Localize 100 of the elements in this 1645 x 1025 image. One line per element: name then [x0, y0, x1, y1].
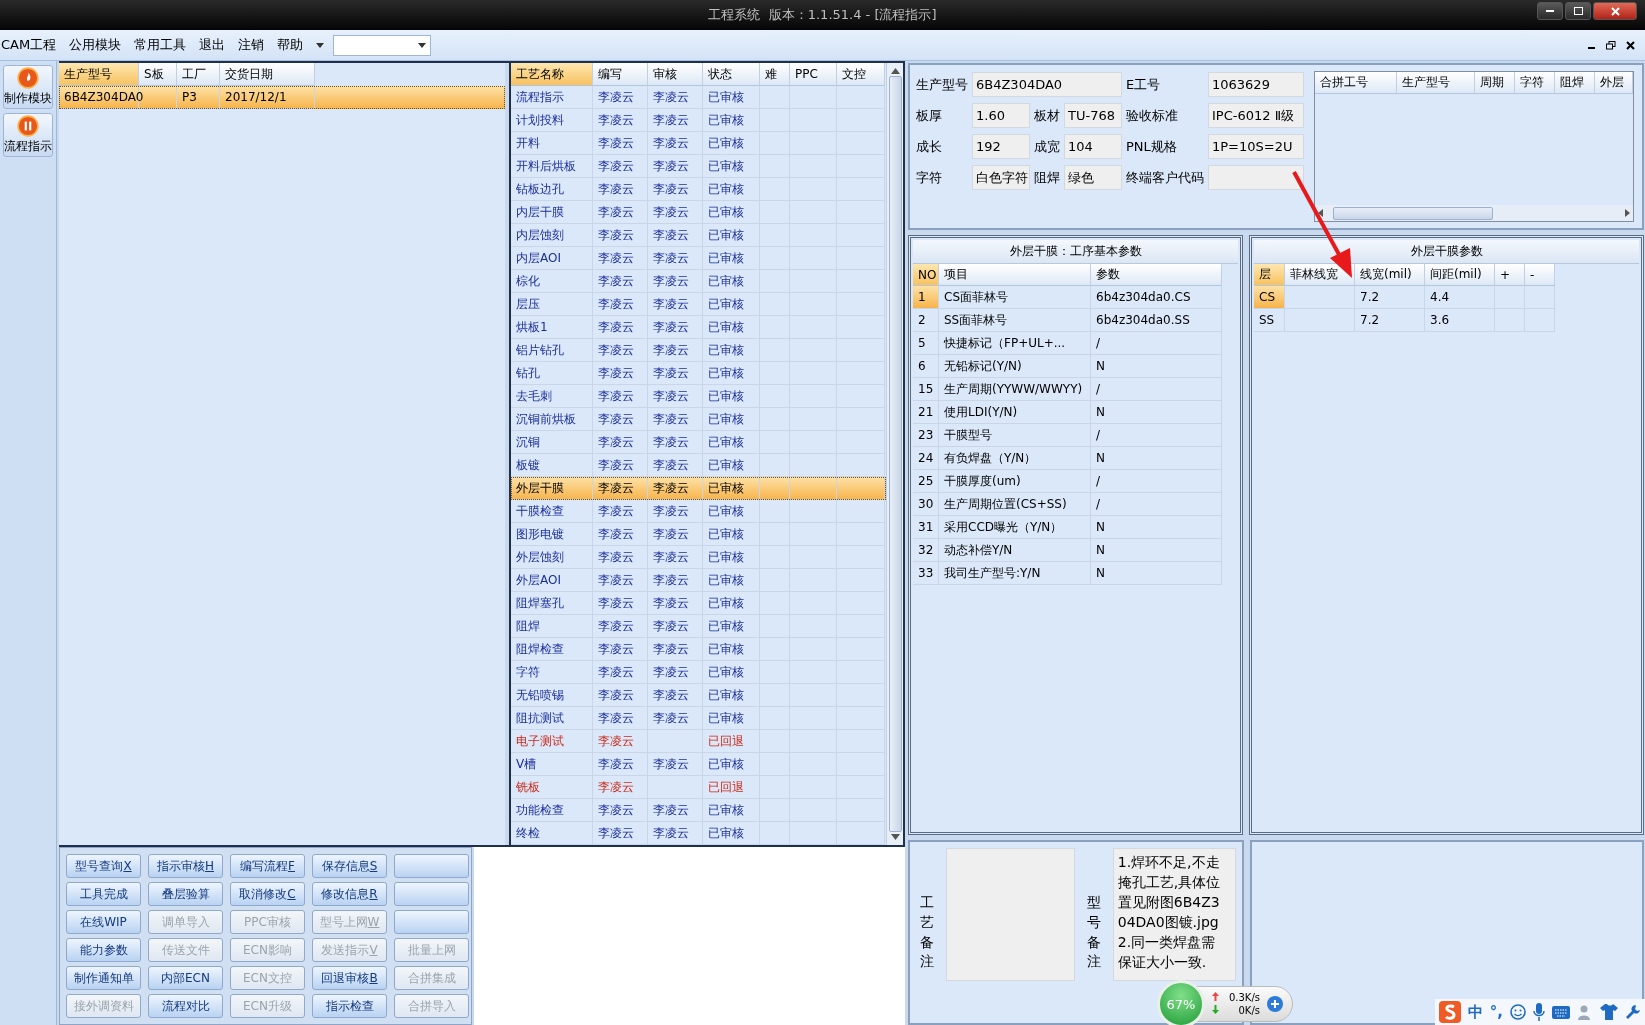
value-field[interactable]: 1.60 — [972, 103, 1030, 128]
action-button[interactable]: 指示检查 — [312, 994, 387, 1018]
table-row[interactable]: 23 干膜型号 / — [913, 424, 1238, 447]
column-header[interactable]: 间距(mil) — [1425, 264, 1495, 286]
action-button[interactable]: 制作通知单 — [66, 966, 141, 990]
column-header[interactable]: + — [1495, 264, 1525, 286]
column-header[interactable]: NO — [913, 264, 939, 286]
table-row[interactable]: 终检 李凌云 李凌云 已审核 — [511, 822, 886, 845]
plus-icon[interactable] — [1266, 995, 1284, 1013]
table-row[interactable]: 烘板1 李凌云 李凌云 已审核 — [511, 316, 886, 339]
table-row[interactable]: 铝片钻孔 李凌云 李凌云 已审核 — [511, 339, 886, 362]
column-header[interactable]: 交货日期 — [220, 63, 315, 86]
column-header[interactable]: 状态 — [703, 63, 760, 86]
column-header[interactable]: 合拼工号 — [1315, 72, 1397, 94]
table-row[interactable]: 字符 李凌云 李凌云 已审核 — [511, 661, 886, 684]
table-row[interactable]: 15 生产周期(YYWW/WWYY) / — [913, 378, 1238, 401]
keyboard-icon[interactable] — [1552, 1005, 1570, 1019]
table-row[interactable]: 32 动态补偿Y/N N — [913, 539, 1238, 562]
up-arrow-icon[interactable] — [890, 68, 900, 74]
sidebar-button[interactable]: 制作模块 — [3, 65, 53, 109]
column-header[interactable]: 参数 — [1091, 264, 1222, 286]
table-row[interactable]: 2 SS面菲林号 6b4z304da0.SS — [913, 309, 1238, 332]
table-row[interactable]: 阻焊检查 李凌云 李凌云 已审核 — [511, 638, 886, 661]
value-field[interactable]: 白色字符 — [972, 165, 1030, 190]
table-row[interactable]: 计划投料 李凌云 李凌云 已审核 — [511, 109, 886, 132]
table-row[interactable]: 电子测试 李凌云 已回退 — [511, 730, 886, 753]
sidebar-button[interactable]: 流程指示 — [3, 113, 53, 157]
action-button[interactable]: 型号查询X — [66, 854, 141, 878]
wrench-icon[interactable] — [1625, 1004, 1641, 1020]
table-row[interactable]: 阻抗测试 李凌云 李凌云 已审核 — [511, 707, 886, 730]
table-row[interactable]: SS 7.2 3.6 — [1254, 309, 1639, 332]
table-row[interactable]: 流程指示 李凌云 李凌云 已审核 — [511, 86, 886, 109]
maximize-button[interactable] — [1565, 2, 1591, 20]
scrollbar[interactable] — [886, 63, 903, 845]
table-row[interactable]: CS 7.2 4.4 — [1254, 286, 1639, 309]
column-header[interactable]: 生产型号 — [1397, 72, 1475, 94]
down-arrow-icon[interactable] — [890, 834, 900, 840]
column-header[interactable]: 难 — [760, 63, 790, 86]
value-field[interactable]: IPC-6012 Ⅱ级 — [1208, 103, 1304, 128]
menu-item[interactable]: CAM工程 — [1, 36, 57, 54]
smiley-icon[interactable] — [1510, 1004, 1526, 1020]
table-row[interactable]: 内层AOI 李凌云 李凌云 已审核 — [511, 247, 886, 270]
menu-item[interactable]: 帮助 — [277, 36, 304, 54]
table-row[interactable]: 24 有负焊盘（Y/N） N — [913, 447, 1238, 470]
table-row[interactable]: 6 无铅标记(Y/N) N — [913, 355, 1238, 378]
value-field[interactable] — [1208, 165, 1304, 190]
table-row[interactable]: 31 采用CCD曝光（Y/N） N — [913, 516, 1238, 539]
column-header[interactable]: PPC — [790, 63, 837, 86]
microphone-icon[interactable] — [1533, 1003, 1545, 1021]
left-arrow-icon[interactable] — [1318, 209, 1323, 217]
table-row[interactable]: 6B4Z304DA0 P3 2017/12/1 — [59, 86, 505, 109]
table-row[interactable]: 层压 李凌云 李凌云 已审核 — [511, 293, 886, 316]
close-button[interactable] — [1593, 2, 1637, 20]
column-header[interactable]: 外层 — [1595, 72, 1633, 94]
table-row[interactable]: 干膜检查 李凌云 李凌云 已审核 — [511, 500, 886, 523]
menu-item[interactable]: 注销 — [238, 36, 265, 54]
note-field[interactable]: 1.焊环不足,不走掩孔工艺,具体位置见附图6B4Z304DA0图镀.jpg 2.同一类焊盘需保证大小一致. — [1112, 848, 1236, 981]
table-row[interactable]: 钻板边孔 李凌云 李凌云 已审核 — [511, 178, 886, 201]
table-row[interactable]: 开料后烘板 李凌云 李凌云 已审核 — [511, 155, 886, 178]
shirt-icon[interactable] — [1600, 1004, 1618, 1020]
column-header[interactable]: 审核 — [648, 63, 703, 86]
table-row[interactable]: 1 CS面菲林号 6b4z304da0.CS — [913, 286, 1238, 309]
column-header[interactable]: 层 — [1254, 264, 1285, 286]
action-button[interactable]: 能力参数 — [66, 938, 141, 962]
column-header[interactable]: 文控 — [837, 63, 885, 86]
value-field[interactable]: 6B4Z304DA0 — [972, 72, 1122, 97]
action-button[interactable]: 取消修改C — [230, 882, 305, 906]
column-header[interactable]: 字符 — [1515, 72, 1555, 94]
value-field[interactable]: 绿色 — [1064, 165, 1122, 190]
action-button[interactable]: 叠层验算 — [148, 882, 223, 906]
action-button[interactable]: 流程对比 — [148, 994, 223, 1018]
table-row[interactable]: 5 快捷标记（FP+UL+... / — [913, 332, 1238, 355]
table-row[interactable]: 功能检查 李凌云 李凌云 已审核 — [511, 799, 886, 822]
table-row[interactable]: 内层干膜 李凌云 李凌云 已审核 — [511, 201, 886, 224]
menu-item[interactable]: 公用模块 — [69, 36, 122, 54]
action-button[interactable]: 指示审核H — [148, 854, 223, 878]
column-header[interactable]: 工厂 — [177, 63, 220, 86]
column-header[interactable]: 编写 — [593, 63, 648, 86]
table-row[interactable]: 沉铜前烘板 李凌云 李凌云 已审核 — [511, 408, 886, 431]
table-row[interactable]: 去毛刺 李凌云 李凌云 已审核 — [511, 385, 886, 408]
restore-icon[interactable] — [1606, 40, 1616, 50]
table-row[interactable]: 阻焊 李凌云 李凌云 已审核 — [511, 615, 886, 638]
action-button[interactable]: 内部ECN — [148, 966, 223, 990]
table-row[interactable]: V槽 李凌云 李凌云 已审核 — [511, 753, 886, 776]
action-button[interactable]: 在线WIP — [66, 910, 141, 934]
table-row[interactable]: 棕化 李凌云 李凌云 已审核 — [511, 270, 886, 293]
column-header[interactable]: - — [1525, 264, 1555, 286]
right-arrow-icon[interactable] — [1625, 209, 1630, 217]
column-header[interactable]: 线宽(mil) — [1355, 264, 1425, 286]
action-button[interactable]: 编写流程F — [230, 854, 305, 878]
table-row[interactable]: 33 我司生产型号:Y/N N — [913, 562, 1238, 585]
table-row[interactable]: 30 生产周期位置(CS+SS) / — [913, 493, 1238, 516]
table-row[interactable]: 阻焊塞孔 李凌云 李凌云 已审核 — [511, 592, 886, 615]
column-header[interactable]: 阻焊 — [1555, 72, 1595, 94]
table-row[interactable]: 25 干膜厚度(um) / — [913, 470, 1238, 493]
note-field[interactable] — [946, 848, 1075, 981]
column-header[interactable]: 周期 — [1475, 72, 1515, 94]
table-row[interactable]: 图形电镀 李凌云 李凌云 已审核 — [511, 523, 886, 546]
action-button[interactable]: 保存信息S — [312, 854, 387, 878]
table-row[interactable]: 沉铜 李凌云 李凌云 已审核 — [511, 431, 886, 454]
